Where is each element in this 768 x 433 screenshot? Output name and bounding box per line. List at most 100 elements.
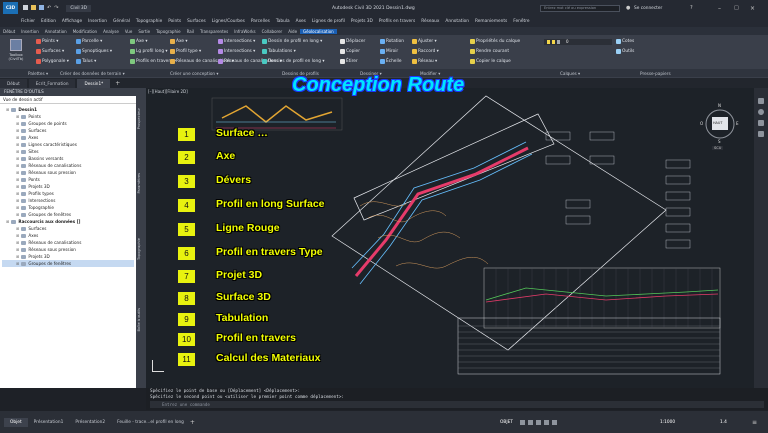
ribbon-button[interactable]: Synoptiques ▾ [76, 49, 112, 54]
tree-item[interactable]: ⊞ Points [2, 113, 134, 120]
ribbon-button[interactable]: Intersections ▾ [218, 39, 255, 44]
expand-icon[interactable]: ⊞ [16, 148, 19, 155]
tree-item[interactable]: ⊞ Profils types [2, 190, 134, 197]
ribbon-button[interactable]: Parcelle ▾ [76, 39, 102, 44]
lock-icon[interactable] [557, 40, 560, 44]
menu-item[interactable]: Surfaces [184, 19, 209, 24]
expand-icon[interactable]: ⊞ [16, 190, 19, 197]
tree-item[interactable]: ⊞ Axes [2, 134, 134, 141]
maximize-button[interactable]: □ [734, 5, 739, 11]
side-tab-toolbox[interactable]: Boîte à outils [137, 308, 141, 332]
tree-item[interactable]: ⊞ Sites [2, 148, 134, 155]
ribbon-button[interactable]: Surfaces ▾ [36, 49, 64, 54]
ribbon-button[interactable]: Axe ▾ [130, 39, 148, 44]
side-tab-prospector[interactable]: Prospecteur [137, 108, 141, 129]
expand-icon[interactable]: ⊞ [6, 218, 9, 225]
ribbon-panel-title[interactable]: Calques ▾ [560, 71, 580, 76]
close-button[interactable]: × [750, 5, 755, 12]
tab-ecrit-formation[interactable]: Ecrit_Formation [28, 78, 76, 88]
annotation-scale[interactable]: 1:1000 [660, 420, 675, 425]
menu-item[interactable]: Axes [293, 19, 309, 24]
menu-item[interactable]: Lignes/Courbes [209, 19, 248, 24]
ribbon-tab[interactable]: Modification [70, 29, 100, 34]
side-tab-survey[interactable]: Topographie [137, 238, 141, 260]
menu-item[interactable]: Topographie [133, 19, 165, 24]
redo-icon[interactable]: ↷ [54, 5, 58, 11]
command-input[interactable]: Entrez une commande [150, 401, 764, 408]
ribbon-button[interactable]: Cotes [616, 39, 634, 44]
snap-icon[interactable] [528, 419, 533, 425]
menu-item[interactable]: Lignes de profil [309, 19, 348, 24]
ribbon-tab[interactable]: Rail [184, 29, 197, 34]
tree-item[interactable]: ⊞ Projets 3D [2, 183, 134, 190]
expand-icon[interactable]: ⊞ [16, 134, 19, 141]
minimize-button[interactable]: – [718, 5, 721, 12]
ribbon-button[interactable]: Copier [340, 49, 360, 54]
sun-icon[interactable] [552, 40, 555, 44]
expand-icon[interactable]: ⊞ [6, 106, 9, 113]
tree-item[interactable]: ⊞ Réseaux de canalisations [2, 239, 134, 246]
menu-item[interactable]: Insertion [85, 19, 110, 24]
menu-item[interactable]: Parcelles [248, 19, 273, 24]
ribbon-panel-title[interactable]: Créer une conception ▾ [170, 71, 218, 76]
ribbon-button[interactable]: Dessins de profil en long ▾ [262, 59, 325, 64]
tree-item[interactable]: ⊞ Axes [2, 232, 134, 239]
expand-icon[interactable]: ⊞ [16, 232, 19, 239]
help-icon[interactable]: ? [690, 5, 693, 11]
ribbon-tab[interactable]: Sortie [135, 29, 153, 34]
ribbon-button[interactable]: Échelle [380, 59, 401, 64]
ribbon-tab[interactable]: InfraWorks [231, 29, 258, 34]
expand-icon[interactable]: ⊞ [16, 211, 19, 218]
menu-item[interactable]: Fenêtre [510, 19, 532, 24]
expand-icon[interactable]: ⊞ [16, 127, 19, 134]
orbit-icon[interactable] [758, 120, 764, 126]
tree-item[interactable]: ⊞ Groupes de fenêtres [2, 260, 134, 267]
expand-icon[interactable]: ⊞ [16, 197, 19, 204]
ribbon-tab[interactable]: Analyse [100, 29, 122, 34]
ribbon-button[interactable]: Raccord ▾ [412, 49, 439, 54]
user-icon[interactable]: ● [626, 5, 630, 11]
viewcube-south[interactable]: S [718, 139, 721, 144]
tree-item[interactable]: ⊞ Dessin1 [2, 106, 134, 113]
sign-in-link[interactable]: Se connecter [634, 6, 662, 11]
ribbon-button[interactable]: Miroir [380, 49, 398, 54]
ucs-dropdown[interactable]: SCU [712, 146, 724, 150]
zoom-icon[interactable] [758, 109, 764, 115]
ribbon-button[interactable]: Profils en travers ▾ [130, 59, 176, 64]
customize-icon[interactable]: ≡ [752, 419, 757, 426]
expand-icon[interactable]: ⊞ [16, 141, 19, 148]
viewcube-west[interactable]: O [700, 121, 703, 126]
osnap-icon[interactable] [552, 419, 557, 425]
tree-item[interactable]: ⊞ Groupes de fenêtres [2, 211, 134, 218]
ribbon-tab[interactable]: Début [0, 29, 18, 34]
menu-item[interactable]: Tabula [273, 19, 293, 24]
layout-tab-3[interactable]: Feuille - trace...el profil en long [111, 420, 190, 425]
bulb-icon[interactable] [547, 40, 550, 44]
toolbox-button[interactable]: Toolbox (CivilTb) [3, 39, 29, 61]
viewcube-north[interactable]: N [718, 103, 721, 108]
tree-item[interactable]: ⊞ Réseaux de canalisations [2, 162, 134, 169]
tree-item[interactable]: ⊞ Intersections [2, 197, 134, 204]
tab-start[interactable]: Début [0, 78, 27, 88]
ribbon-button[interactable]: Réseau ▾ [412, 59, 437, 64]
tree-item[interactable]: ⊞ Surfaces [2, 127, 134, 134]
tree-item[interactable]: ⊞ Ponts [2, 176, 134, 183]
expand-icon[interactable]: ⊞ [16, 155, 19, 162]
zoom-level[interactable]: 1.4 [720, 420, 727, 425]
search-box[interactable]: Entrez mot clé ou expression [540, 4, 620, 12]
layout-tab-2[interactable]: Présentation2 [69, 420, 111, 425]
tab-dessin1[interactable]: Dessin1* [77, 78, 111, 88]
viewcube-face-label[interactable]: HAUT [713, 121, 722, 125]
grid-icon[interactable] [520, 419, 525, 425]
expand-icon[interactable]: ⊞ [16, 183, 19, 190]
menu-item[interactable]: Profils en travers [376, 19, 418, 24]
expand-icon[interactable]: ⊞ [16, 260, 19, 267]
ribbon-button[interactable]: Propriétés du calque [470, 39, 520, 44]
tree-item[interactable]: ⊞ Projets 3D [2, 253, 134, 260]
ribbon-button[interactable]: Points ▾ [36, 39, 58, 44]
tree-item[interactable]: ⊞ Surfaces [2, 225, 134, 232]
ribbon-panel-title[interactable]: Créer des données de terrain ▾ [60, 71, 125, 76]
menu-item[interactable]: Affichage [59, 19, 85, 24]
pan-icon[interactable] [758, 98, 764, 104]
expand-icon[interactable]: ⊞ [16, 253, 19, 260]
